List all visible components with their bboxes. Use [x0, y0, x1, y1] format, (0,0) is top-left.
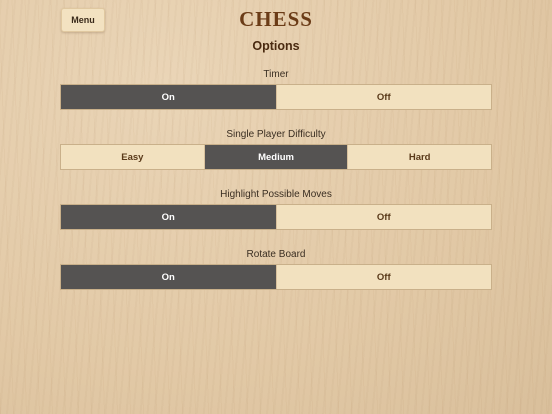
rotate-board-off-segment[interactable]: Off	[275, 265, 491, 289]
rotate-board-label: Rotate Board	[246, 249, 306, 260]
timer-toggle: On Off	[60, 84, 492, 110]
difficulty-label: Single Player Difficulty	[226, 129, 326, 140]
difficulty-hard-segment[interactable]: Hard	[347, 145, 492, 169]
rotate-board-on-segment[interactable]: On	[61, 265, 276, 289]
timer-label: Timer	[263, 69, 289, 80]
page-title: Options	[252, 39, 300, 53]
rotate-board-toggle: On Off	[60, 264, 492, 290]
highlight-moves-on-segment[interactable]: On	[61, 205, 276, 229]
difficulty-medium-segment[interactable]: Medium	[203, 145, 348, 169]
app-title: CHESS	[239, 7, 313, 31]
timer-on-segment[interactable]: On	[61, 85, 276, 109]
highlight-moves-off-segment[interactable]: Off	[275, 205, 491, 229]
difficulty-easy-segment[interactable]: Easy	[61, 145, 204, 169]
timer-off-segment[interactable]: Off	[275, 85, 491, 109]
difficulty-selector: Easy Medium Hard	[60, 144, 492, 170]
highlight-moves-label: Highlight Possible Moves	[220, 189, 332, 200]
highlight-moves-toggle: On Off	[60, 204, 492, 230]
